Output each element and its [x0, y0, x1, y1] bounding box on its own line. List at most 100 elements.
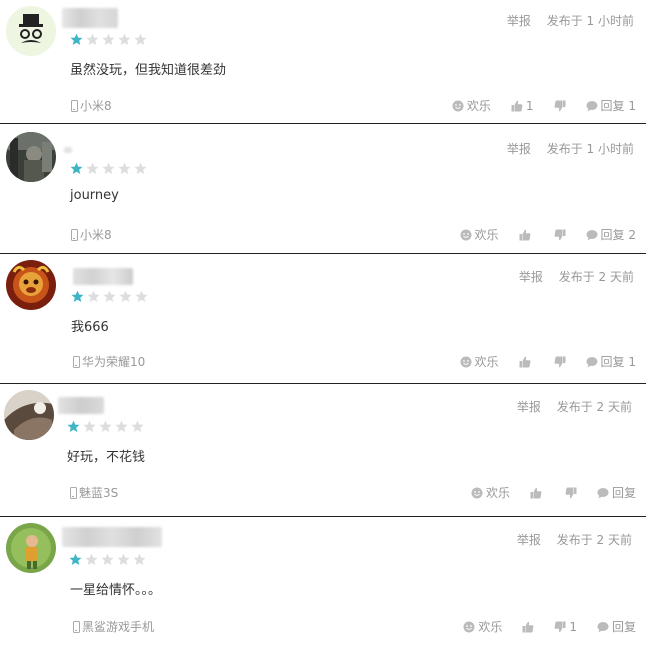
review-meta: 举报 发布于 2 天前	[505, 531, 632, 548]
thumbs-up-icon	[519, 229, 530, 240]
post-time: 发布于 2 天前	[556, 533, 632, 547]
fun-button[interactable]: 欢乐	[460, 353, 499, 370]
dislike-button[interactable]	[565, 487, 577, 499]
reply-button[interactable]: 回复 1	[586, 353, 636, 370]
username-blurred[interactable]	[64, 147, 72, 153]
review-meta: 举报 发布于 2 天前	[507, 268, 634, 285]
thumbs-up-icon	[530, 487, 542, 498]
dislike-button[interactable]	[554, 100, 566, 112]
thumbs-down-icon	[554, 356, 566, 367]
like-button[interactable]	[522, 621, 534, 633]
username-blurred[interactable]	[73, 268, 133, 285]
avatar[interactable]	[6, 260, 56, 310]
fun-button[interactable]: 欢乐	[463, 618, 502, 635]
report-link[interactable]: 举报	[519, 270, 543, 284]
star-filled-icon	[69, 553, 82, 565]
reply-button[interactable]: 回复 1	[586, 97, 636, 114]
review-content: 好玩，不花钱	[67, 450, 146, 465]
report-link[interactable]: 举报	[517, 400, 541, 414]
device-label: 小米8	[71, 97, 112, 114]
reply-button[interactable]: 回复 2	[586, 226, 636, 243]
report-link[interactable]: 举报	[507, 14, 531, 28]
star-empty-icon	[102, 33, 115, 45]
thumbs-up-icon	[511, 100, 523, 111]
star-empty-icon	[118, 33, 131, 45]
fun-button[interactable]: 欢乐	[452, 97, 491, 114]
reply-label: 回复 2	[600, 228, 636, 242]
review-actions: 欢乐 1 回复 1	[432, 97, 636, 114]
like-button[interactable]	[519, 356, 534, 368]
post-time: 发布于 1 小时前	[546, 14, 634, 28]
fun-button[interactable]: 欢乐	[471, 484, 510, 501]
device-label: 小米8	[71, 226, 112, 243]
like-button[interactable]	[519, 229, 534, 241]
reply-label: 回复	[611, 620, 636, 634]
review-item: 举报 发布于 2 天前 我666 华为荣耀10 欢乐 回复 1	[0, 254, 646, 383]
thumbs-up-icon	[522, 621, 534, 632]
speech-bubble-icon	[597, 621, 609, 632]
review-content: 虽然没玩，但我知道很差劲	[70, 63, 227, 78]
dislike-button[interactable]	[554, 356, 566, 368]
speech-bubble-icon	[586, 356, 598, 367]
rating-stars	[67, 420, 144, 433]
review-item: 举报 发布于 1 小时前 虽然没玩，但我知道很差劲 小米8 欢乐 1 回复 1	[0, 0, 646, 123]
star-empty-icon	[87, 290, 100, 302]
rating-stars	[70, 162, 147, 175]
avatar[interactable]	[6, 132, 56, 182]
dislike-button[interactable]	[554, 229, 566, 241]
star-empty-icon	[86, 162, 99, 174]
fun-label: 欢乐	[474, 228, 499, 242]
thumbs-down-icon	[565, 487, 577, 498]
username-blurred[interactable]	[62, 8, 118, 28]
device-label: 华为荣耀10	[73, 353, 145, 370]
review-content: journey	[70, 188, 119, 203]
star-filled-icon	[70, 162, 83, 174]
post-time: 发布于 2 天前	[556, 400, 632, 414]
phone-icon	[71, 228, 78, 241]
avatar-image	[6, 132, 56, 182]
reply-label: 回复 1	[600, 355, 636, 369]
fun-label: 欢乐	[478, 620, 503, 634]
rating-stars	[70, 33, 147, 46]
like-button[interactable]: 1	[511, 99, 534, 113]
thumbs-up-icon	[519, 356, 530, 367]
reply-label: 回复	[611, 486, 636, 500]
avatar-image	[4, 390, 54, 440]
device-label: 魅蓝3S	[70, 484, 118, 501]
star-empty-icon	[99, 420, 112, 432]
star-empty-icon	[117, 553, 130, 565]
star-filled-icon	[70, 33, 83, 45]
thumbs-down-icon	[554, 100, 566, 111]
review-meta: 举报 发布于 1 小时前	[495, 12, 634, 29]
review-content: 一星给情怀。。。	[70, 583, 162, 598]
reply-button[interactable]: 回复	[597, 618, 636, 635]
like-count: 1	[525, 98, 534, 113]
device-name: 黑鲨游戏手机	[82, 620, 155, 634]
reply-button[interactable]: 回复	[597, 484, 636, 501]
review-item: 举报 发布于 2 天前 一星给情怀。。。 黑鲨游戏手机 欢乐 1 回复	[0, 517, 646, 647]
dislike-button[interactable]: 1	[554, 620, 577, 634]
review-meta: 举报 发布于 1 小时前	[495, 140, 634, 157]
review-item: 举报 发布于 2 天前 好玩，不花钱 魅蓝3S 欢乐 回复	[0, 384, 646, 516]
like-button[interactable]	[530, 487, 545, 499]
report-link[interactable]: 举报	[517, 533, 541, 547]
fun-button[interactable]: 欢乐	[460, 226, 499, 243]
star-empty-icon	[135, 290, 148, 302]
phone-icon	[73, 355, 80, 368]
smiley-icon	[452, 100, 464, 111]
reply-label: 回复 1	[600, 99, 636, 113]
star-empty-icon	[131, 420, 144, 432]
review-content: 我666	[71, 320, 109, 335]
avatar-image	[6, 260, 56, 310]
avatar-image	[6, 6, 56, 56]
username-blurred[interactable]	[58, 397, 104, 414]
avatar[interactable]	[6, 523, 56, 573]
star-empty-icon	[134, 162, 147, 174]
avatar[interactable]	[4, 390, 54, 440]
username-blurred[interactable]	[62, 527, 162, 547]
fun-label: 欢乐	[485, 486, 510, 500]
avatar[interactable]	[6, 6, 56, 56]
report-link[interactable]: 举报	[507, 142, 531, 156]
star-empty-icon	[86, 33, 99, 45]
device-name: 小米8	[80, 228, 112, 242]
